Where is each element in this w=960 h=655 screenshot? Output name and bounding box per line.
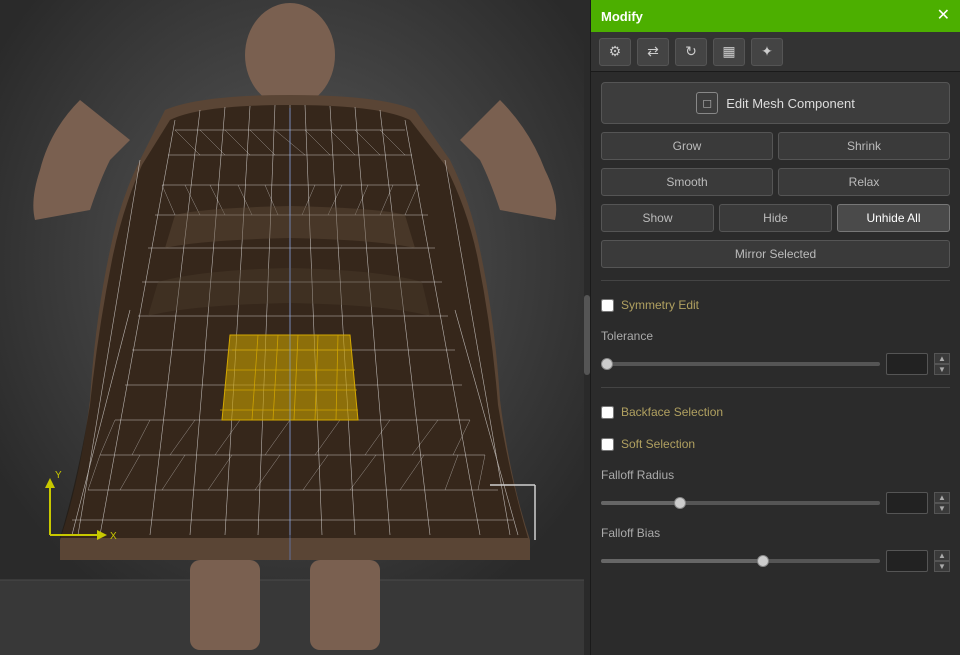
- tolerance-increment-button[interactable]: ▲: [934, 353, 950, 364]
- viewport[interactable]: Y X: [0, 0, 590, 655]
- separator-1: [601, 280, 950, 281]
- transfer-icon: ⇄: [647, 43, 659, 60]
- mirror-selected-button[interactable]: Mirror Selected: [601, 240, 950, 268]
- falloff-radius-label: Falloff Radius: [601, 468, 950, 482]
- falloff-bias-label: Falloff Bias: [601, 526, 950, 540]
- falloff-radius-slider-row: 2.33 ▲ ▼: [601, 492, 950, 514]
- grow-button[interactable]: Grow: [601, 132, 773, 160]
- checker-icon: ▦: [722, 43, 735, 60]
- panel-title: Modify: [601, 9, 643, 24]
- falloff-bias-increment-button[interactable]: ▲: [934, 550, 950, 561]
- falloff-bias-thumb: [757, 555, 769, 567]
- tolerance-thumb: [601, 358, 613, 370]
- falloff-bias-track[interactable]: [601, 559, 880, 563]
- backface-selection-row: Backface Selection: [601, 400, 950, 424]
- falloff-bias-fill: [601, 559, 763, 563]
- edit-mesh-label: Edit Mesh Component: [726, 96, 855, 111]
- falloff-radius-increment-button[interactable]: ▲: [934, 492, 950, 503]
- tolerance-slider-row: 0.00 ▲ ▼: [601, 353, 950, 375]
- relax-button[interactable]: Relax: [778, 168, 950, 196]
- tolerance-value-input[interactable]: 0.00: [886, 353, 928, 375]
- modify-panel: Modify ✕ ⚙ ⇄ ↻ ▦ ✦ ◻ Edit Mesh Component: [590, 0, 960, 655]
- refresh-toolbar-btn[interactable]: ↻: [675, 38, 707, 66]
- atom-toolbar-btn[interactable]: ✦: [751, 38, 783, 66]
- arrows-toolbar-btn[interactable]: ⇄: [637, 38, 669, 66]
- symmetry-edit-checkbox[interactable]: [601, 299, 614, 312]
- checker-toolbar-btn[interactable]: ▦: [713, 38, 745, 66]
- svg-text:X: X: [110, 531, 117, 542]
- soft-selection-label[interactable]: Soft Selection: [621, 437, 695, 451]
- falloff-bias-input[interactable]: 0.44: [886, 550, 928, 572]
- falloff-radius-input[interactable]: 2.33: [886, 492, 928, 514]
- panel-header: Modify ✕: [591, 0, 960, 32]
- panel-close-button[interactable]: ✕: [937, 8, 950, 24]
- falloff-radius-track[interactable]: [601, 501, 880, 505]
- backface-selection-checkbox[interactable]: [601, 406, 614, 419]
- falloff-radius-spinner: ▲ ▼: [934, 492, 950, 514]
- panel-content: ◻ Edit Mesh Component Grow Shrink Smooth…: [591, 72, 960, 655]
- falloff-radius-decrement-button[interactable]: ▼: [934, 503, 950, 514]
- falloff-bias-slider-row: 0.44 ▲ ▼: [601, 550, 950, 572]
- falloff-radius-thumb: [674, 497, 686, 509]
- tolerance-decrement-button[interactable]: ▼: [934, 364, 950, 375]
- mesh-component-icon: ◻: [696, 92, 718, 114]
- show-button[interactable]: Show: [601, 204, 714, 232]
- unhide-all-button[interactable]: Unhide All: [837, 204, 950, 232]
- tolerance-spinner: ▲ ▼: [934, 353, 950, 375]
- smooth-button[interactable]: Smooth: [601, 168, 773, 196]
- soft-selection-checkbox[interactable]: [601, 438, 614, 451]
- atom-icon: ✦: [761, 43, 773, 60]
- soft-selection-row: Soft Selection: [601, 432, 950, 456]
- separator-2: [601, 387, 950, 388]
- falloff-radius-fill: [601, 501, 679, 505]
- symmetry-edit-row: Symmetry Edit: [601, 293, 950, 317]
- panel-toolbar: ⚙ ⇄ ↻ ▦ ✦: [591, 32, 960, 72]
- scrollbar-thumb[interactable]: [584, 295, 590, 375]
- falloff-bias-spinner: ▲ ▼: [934, 550, 950, 572]
- viewport-scrollbar[interactable]: [584, 0, 590, 655]
- hide-button[interactable]: Hide: [719, 204, 832, 232]
- sliders-icon: ⚙: [609, 43, 622, 60]
- sliders-toolbar-btn[interactable]: ⚙: [599, 38, 631, 66]
- edit-mesh-component-button[interactable]: ◻ Edit Mesh Component: [601, 82, 950, 124]
- mesh-viewport: Y X: [0, 0, 590, 655]
- refresh-icon: ↻: [685, 43, 697, 60]
- shrink-button[interactable]: Shrink: [778, 132, 950, 160]
- backface-selection-label[interactable]: Backface Selection: [621, 405, 723, 419]
- smooth-relax-row: Smooth Relax: [601, 168, 950, 196]
- falloff-bias-decrement-button[interactable]: ▼: [934, 561, 950, 572]
- visibility-row: Show Hide Unhide All: [601, 204, 950, 232]
- tolerance-track[interactable]: [601, 362, 880, 366]
- svg-text:Y: Y: [55, 470, 62, 481]
- tolerance-label: Tolerance: [601, 329, 950, 343]
- grow-shrink-row: Grow Shrink: [601, 132, 950, 160]
- symmetry-edit-label[interactable]: Symmetry Edit: [621, 298, 699, 312]
